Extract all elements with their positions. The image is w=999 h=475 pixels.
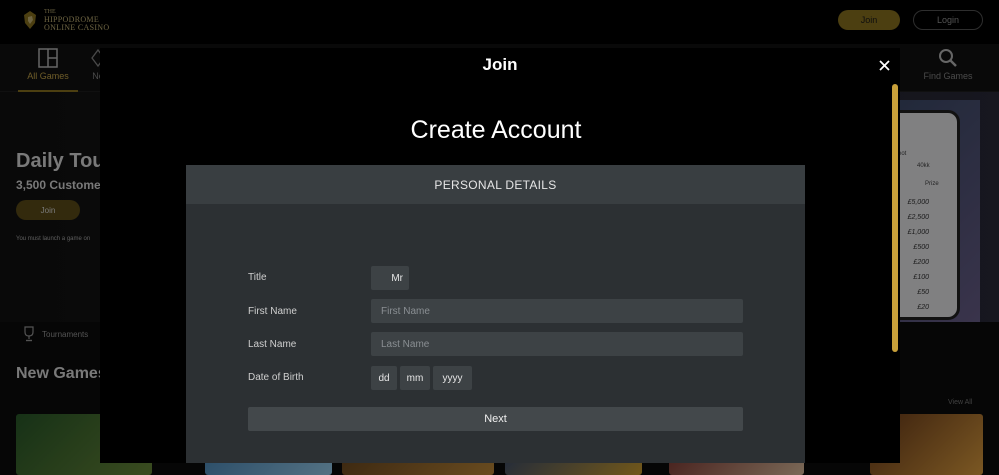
first-name-field[interactable]	[371, 299, 743, 323]
dob-day-value: dd	[378, 372, 390, 384]
close-button[interactable]	[876, 57, 892, 73]
dob-month-value: mm	[406, 372, 424, 384]
create-account-heading: Create Account	[410, 116, 582, 144]
panel-header: PERSONAL DETAILS	[186, 165, 805, 204]
dob-year-field[interactable]: yyyy	[433, 366, 472, 390]
modal-titlebar: Join	[100, 48, 900, 82]
first-name-label: First Name	[248, 306, 297, 317]
page: THE HIPPODROME ONLINE CASINO Join Login …	[0, 0, 999, 475]
title-select-value: Mr	[391, 272, 403, 284]
dob-day-field[interactable]: dd	[371, 366, 397, 390]
personal-details-panel: PERSONAL DETAILS Title Mr First Name Las…	[186, 165, 805, 463]
last-name-field[interactable]	[371, 332, 743, 356]
title-select[interactable]: Mr	[371, 266, 409, 290]
dob-label: Date of Birth	[248, 372, 304, 383]
join-modal: Join Create Account PERSONAL DETAILS Tit…	[100, 48, 900, 463]
title-label: Title	[248, 272, 267, 283]
section-title: PERSONAL DETAILS	[434, 177, 557, 192]
next-button[interactable]: Next	[248, 407, 743, 431]
close-icon	[878, 59, 890, 71]
dob-month-field[interactable]: mm	[400, 366, 430, 390]
last-name-label: Last Name	[248, 339, 297, 350]
modal-title: Join	[482, 55, 518, 74]
scrollbar-thumb[interactable]	[892, 84, 898, 352]
dob-year-value: yyyy	[442, 372, 463, 384]
